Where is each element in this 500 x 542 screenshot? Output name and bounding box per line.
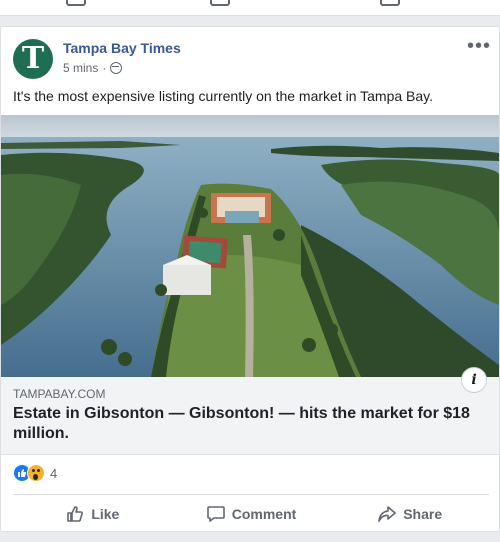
comment-icon (206, 505, 225, 522)
comment-icon[interactable] (210, 0, 230, 6)
share-label: Share (403, 505, 443, 522)
share-icon (378, 505, 397, 522)
post-text: It's the most expensive listing currentl… (13, 88, 434, 104)
thumbs-up-icon (67, 505, 84, 522)
like-label: Like (91, 505, 120, 522)
share-button[interactable]: Share (330, 495, 489, 532)
like-button[interactable]: Like (13, 495, 172, 532)
reaction-summary[interactable]: 4 (13, 464, 57, 482)
post-timestamp[interactable]: 5 mins (63, 61, 98, 75)
post-card: T Tampa Bay Times 5 mins · ••• It's the … (0, 26, 500, 532)
post-header: T Tampa Bay Times 5 mins · ••• (13, 35, 490, 79)
post-meta: 5 mins · (63, 61, 123, 75)
page-avatar[interactable]: T (13, 39, 53, 79)
globe-icon (110, 62, 123, 74)
link-headline[interactable]: Estate in Gibsonton — Gibsonton! — hits … (13, 404, 483, 444)
like-icon[interactable] (66, 0, 86, 6)
wow-icon (27, 464, 45, 482)
comment-button[interactable]: Comment (172, 495, 331, 532)
page-name-link[interactable]: Tampa Bay Times (63, 40, 181, 56)
meta-separator: · (102, 61, 107, 75)
info-icon[interactable]: i (461, 367, 487, 393)
post-action-bar: Like Comment Share (13, 494, 489, 532)
previous-post-actions (0, 0, 500, 16)
share-icon[interactable] (380, 0, 400, 6)
link-preview[interactable]: i TAMPABAY.COM Estate in Gibsonton — Gib… (1, 367, 499, 455)
comment-label: Comment (231, 505, 297, 522)
more-options-icon[interactable]: ••• (467, 35, 491, 58)
reaction-count[interactable]: 4 (50, 466, 57, 481)
link-preview-image[interactable] (1, 115, 499, 377)
link-domain: TAMPABAY.COM (13, 387, 106, 401)
